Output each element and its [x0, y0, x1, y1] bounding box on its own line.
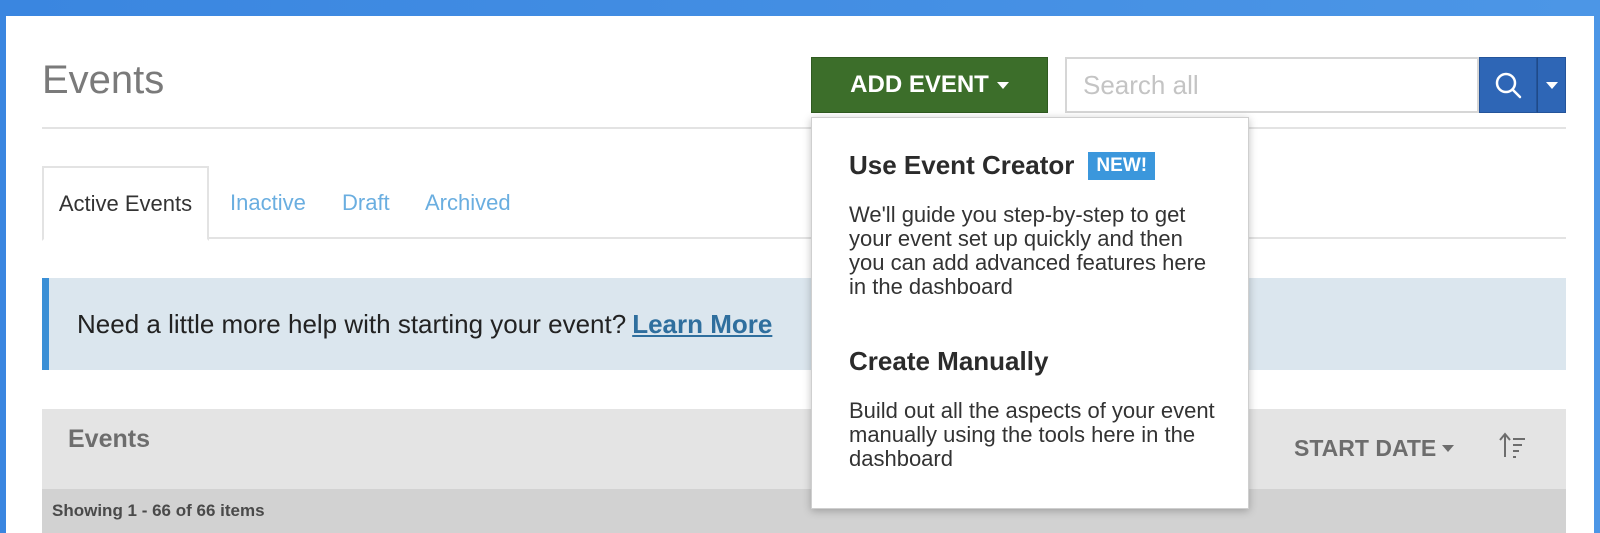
menu-item-title: Create Manually: [849, 346, 1049, 376]
events-panel-header: Events START DATE: [42, 409, 1566, 489]
new-badge: NEW!: [1088, 151, 1156, 180]
menu-item-create-manually[interactable]: Create Manually Build out all the aspect…: [849, 346, 1219, 471]
sort-label: START DATE: [1294, 435, 1437, 461]
tab-active-events[interactable]: Active Events: [42, 166, 209, 241]
event-tabs: Active Events Inactive Draft Archived: [42, 166, 1566, 241]
menu-item-event-creator[interactable]: Use Event Creator NEW! We'll guide you s…: [849, 150, 1219, 299]
menu-item-heading: Create Manually: [849, 346, 1219, 377]
menu-item-heading: Use Event Creator NEW!: [849, 150, 1219, 181]
search-options-button[interactable]: [1537, 57, 1566, 113]
events-page: Events ADD EVENT Active Events Inactive …: [6, 16, 1594, 533]
tab-archived[interactable]: Archived: [425, 166, 511, 239]
menu-item-description: Build out all the aspects of your event …: [849, 398, 1215, 471]
sort-by-start-date[interactable]: START DATE: [1294, 435, 1455, 462]
page-title: Events: [42, 58, 165, 102]
add-event-dropdown: Use Event Creator NEW! We'll guide you s…: [811, 117, 1249, 509]
menu-item-description: We'll guide you step-by-step to get your…: [849, 202, 1207, 299]
sort-ascending-icon[interactable]: [1498, 429, 1528, 463]
caret-down-icon: [1545, 81, 1558, 89]
tab-draft[interactable]: Draft: [342, 166, 390, 239]
caret-down-icon: [1442, 445, 1455, 452]
search-button[interactable]: [1479, 57, 1537, 113]
learn-more-link[interactable]: Learn More: [632, 309, 772, 340]
caret-down-icon: [996, 81, 1009, 89]
pagination-summary: Showing 1 - 66 of 66 items: [42, 489, 1566, 533]
help-banner-text: Need a little more help with starting yo…: [77, 308, 627, 339]
search-icon: [1495, 72, 1522, 99]
header-divider: [42, 127, 1566, 129]
tab-inactive[interactable]: Inactive: [230, 166, 306, 239]
menu-item-title: Use Event Creator: [849, 150, 1075, 180]
help-banner: Need a little more help with starting yo…: [42, 278, 1566, 370]
add-event-label: ADD EVENT: [850, 71, 989, 98]
search-input[interactable]: [1065, 57, 1479, 113]
events-panel-title: Events: [68, 425, 150, 453]
add-event-button[interactable]: ADD EVENT: [811, 57, 1048, 113]
